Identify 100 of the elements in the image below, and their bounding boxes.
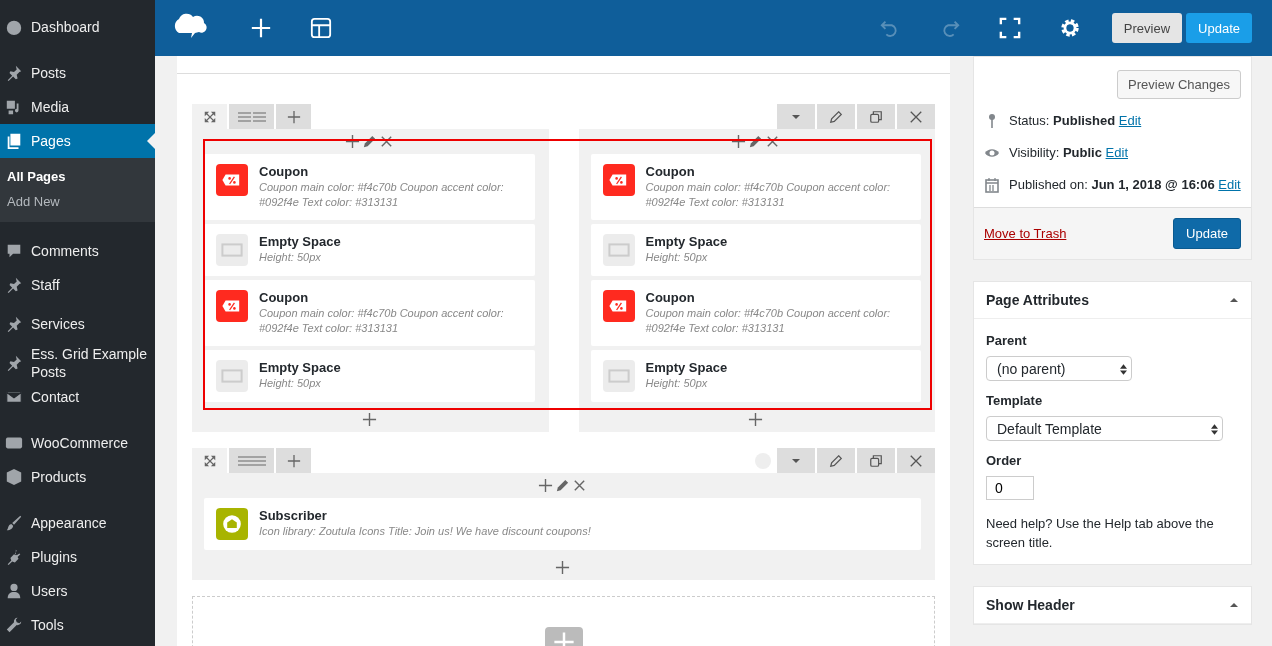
add-icon[interactable] [344, 134, 360, 149]
sidebar-item[interactable]: Media [0, 90, 155, 124]
pin-icon [5, 354, 23, 372]
field-label: Order [986, 453, 1023, 468]
coupon-tag-icon [216, 290, 248, 322]
element-title: Empty Space [259, 360, 341, 375]
order-input[interactable]: 0 [986, 476, 1034, 500]
sidebar-item[interactable]: Plugins [0, 540, 155, 574]
pencil-icon[interactable] [361, 134, 377, 149]
layout-icon[interactable] [310, 17, 332, 39]
delete-tab[interactable] [897, 448, 935, 473]
edit-tab[interactable] [817, 448, 855, 473]
collapse-arrow-icon[interactable] [1229, 600, 1239, 610]
element-card[interactable]: Empty Space Height: 50px [590, 350, 921, 402]
element-description: Coupon main color: #f4c70b Coupon accent color: #092f4e Text color: #313131 [259, 306, 505, 336]
sidebar-item[interactable]: Products [0, 460, 155, 494]
element-card[interactable]: Coupon Coupon main color: #f4c70b Coupon accent color: #092f4e Text color: #313131 [590, 280, 921, 346]
add-icon[interactable] [731, 134, 747, 149]
element-card[interactable]: Coupon Coupon main color: #f4c70b Coupon accent color: #092f4e Text color: #313131 [590, 154, 921, 220]
sidebar-item[interactable]: Services [0, 302, 155, 346]
delete-tab[interactable] [897, 104, 935, 129]
element-title: Coupon [645, 290, 696, 305]
field-label: Template [986, 393, 1044, 408]
element-description: Height: 50px [645, 250, 709, 265]
element-card[interactable]: Empty Space Height: 50px [204, 224, 535, 276]
publish-info-text: Published on: Jun 1, 2018 @ 16:06 [1009, 177, 1215, 192]
copy-icon [869, 453, 883, 468]
updown-arrows-icon [1120, 364, 1127, 375]
submenu-item[interactable]: All Pages [0, 164, 155, 189]
publish-info-text: Visibility: Public [1009, 145, 1102, 160]
add-tab[interactable] [276, 104, 311, 129]
sidebar-item[interactable]: Ess. Grid Example Posts [0, 346, 155, 380]
caret-icon [792, 458, 800, 463]
edit-tab[interactable] [817, 104, 855, 129]
settings-icon[interactable] [1058, 17, 1081, 39]
parent-select[interactable]: (no parent) [986, 356, 1132, 381]
element-card[interactable]: Empty Space Height: 50px [590, 224, 921, 276]
caret-icon [792, 114, 800, 119]
close-icon [909, 453, 923, 468]
element-description: Height: 50px [259, 250, 322, 265]
coupon-tag-icon [602, 290, 635, 322]
layout-lines-icon [236, 109, 267, 124]
element-card[interactable]: Coupon Coupon main color: #f4c70b Coupon accent color: #092f4e Text color: #313131 [204, 154, 535, 220]
duplicate-tab[interactable] [857, 104, 895, 129]
pin-icon [5, 64, 23, 82]
element-description: Height: 50px [259, 376, 322, 391]
pencil-icon[interactable] [555, 478, 570, 493]
add-tab[interactable] [276, 448, 311, 473]
blank-rectangle-icon [602, 360, 635, 392]
pencil-icon [829, 453, 843, 468]
sidebar-item[interactable]: Comments [0, 234, 155, 268]
pin-icon [5, 315, 23, 333]
preview-button[interactable]: Preview [1111, 13, 1183, 43]
add-icon [286, 109, 301, 124]
brush-icon [5, 514, 23, 532]
preview-changes-button[interactable]: Preview Changes [1117, 70, 1241, 99]
sidebar-item[interactable]: Contact [0, 380, 155, 414]
submenu-item[interactable]: Add New [0, 189, 155, 214]
coupon-tag-icon [602, 164, 635, 196]
element-card[interactable]: Empty Space Height: 50px [204, 350, 535, 402]
sidebar-item[interactable]: Posts [0, 56, 155, 90]
element-card[interactable]: Coupon Coupon main color: #f4c70b Coupon accent color: #092f4e Text color: #313131 [204, 280, 535, 346]
template-select[interactable]: Default Template [986, 416, 1223, 441]
add-icon[interactable] [555, 559, 570, 575]
expand-tab[interactable] [192, 448, 227, 473]
edit-link[interactable]: Edit [1218, 177, 1241, 192]
element-description: Icon library: Zoutula Icons Title: Join us! We have discount coupons! [259, 524, 591, 539]
element-title: Empty Space [645, 360, 728, 375]
update-button[interactable]: Update [1173, 218, 1241, 249]
element-card[interactable]: Subscriber Icon library: Zoutula Icons Title: Join us! We have discount coupons! [204, 498, 921, 550]
add-icon[interactable] [538, 478, 553, 493]
expand-icon [202, 109, 217, 124]
add-icon[interactable] [748, 411, 764, 427]
sidebar-item[interactable]: Dashboard [0, 10, 155, 44]
pencil-icon[interactable] [748, 134, 764, 149]
sidebar-item[interactable]: WooCommerce [0, 426, 155, 460]
expand-tab[interactable] [192, 104, 227, 129]
pencil-icon [829, 109, 843, 124]
add-icon[interactable] [361, 411, 377, 427]
sidebar-item[interactable]: Staff [0, 268, 155, 302]
field-label: Parent [986, 333, 1028, 348]
element-title: Coupon [645, 164, 696, 179]
sidebar-item[interactable]: Tools [0, 608, 155, 642]
close-icon [909, 109, 923, 124]
blank-rectangle-icon [216, 234, 248, 266]
edit-link[interactable]: Edit [1118, 113, 1142, 128]
edit-link[interactable]: Edit [1105, 145, 1128, 160]
duplicate-tab[interactable] [857, 448, 895, 473]
sidebar-item[interactable]: Appearance [0, 506, 155, 540]
layout-lines-icon [236, 453, 267, 468]
move-to-trash-link[interactable]: Move to Trash [984, 226, 1067, 241]
fullscreen-icon[interactable] [998, 17, 1021, 39]
copy-icon [869, 109, 883, 124]
collapse-arrow-icon[interactable] [1229, 295, 1239, 305]
sidebar-item[interactable]: Pages [0, 124, 155, 158]
close-icon[interactable] [572, 478, 587, 493]
sidebar-item[interactable]: Users [0, 574, 155, 608]
user-icon [5, 582, 23, 600]
updown-arrows-icon [1211, 424, 1218, 435]
element-description: Coupon main color: #f4c70b Coupon accent color: #092f4e Text color: #313131 [645, 306, 892, 336]
